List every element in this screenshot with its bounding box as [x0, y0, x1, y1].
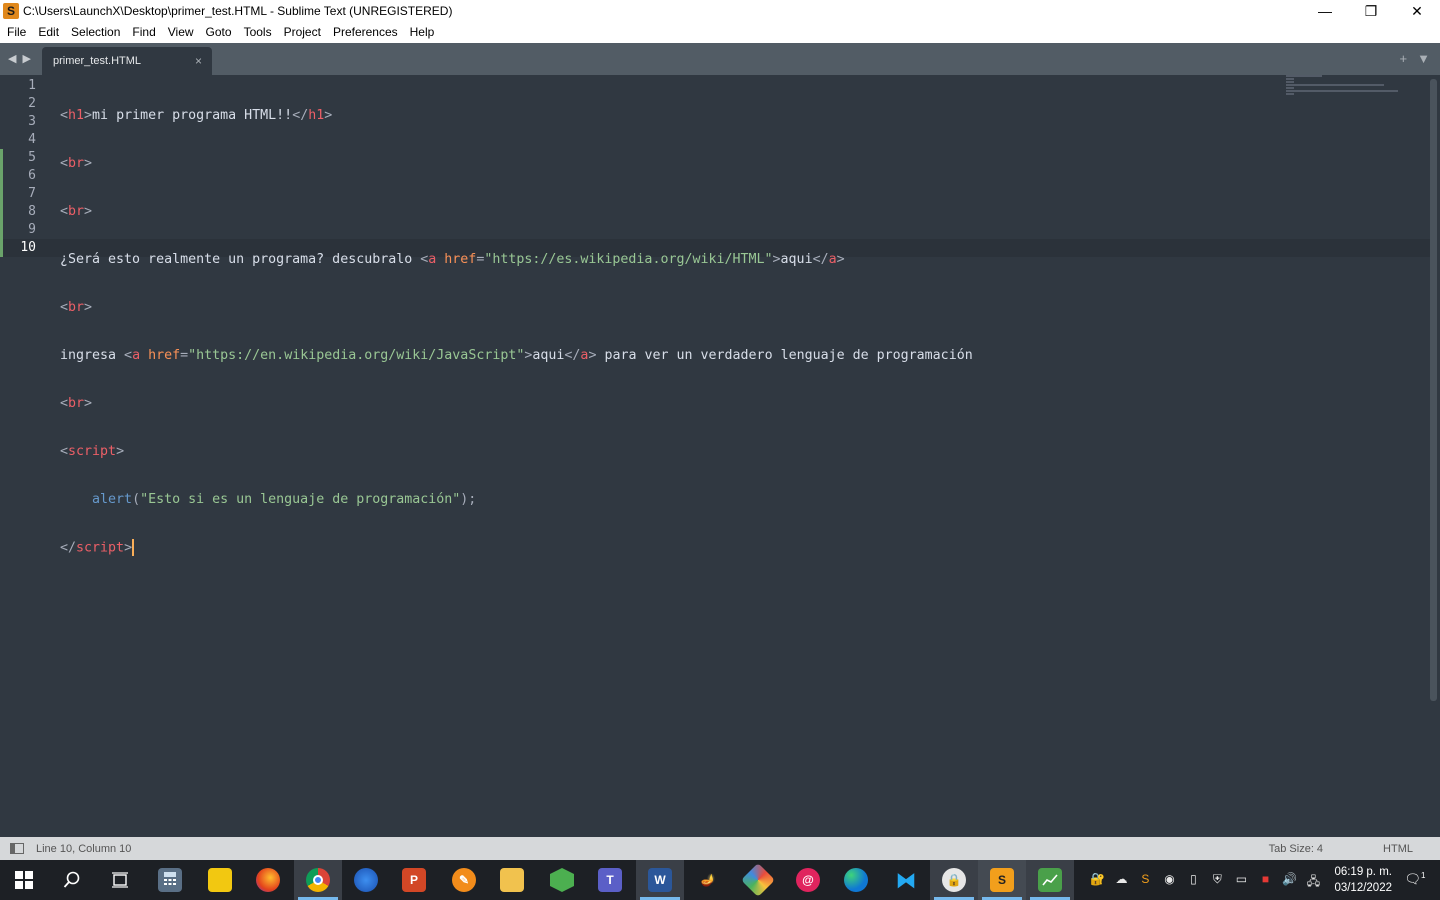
- vpn-tray-icon[interactable]: 🔐: [1088, 872, 1106, 888]
- code-line-2: <br>: [60, 156, 93, 171]
- code-line-10: </script>: [60, 539, 135, 556]
- edge-icon[interactable]: [844, 868, 868, 892]
- tab-primer-test[interactable]: primer_test.HTML ×: [42, 47, 212, 75]
- menu-tools[interactable]: Tools: [238, 22, 278, 43]
- clock[interactable]: 06:19 p. m. 03/12/2022: [1334, 864, 1392, 896]
- usb-icon[interactable]: ▯: [1184, 872, 1202, 888]
- sticky-notes-icon[interactable]: [208, 868, 232, 892]
- menu-help[interactable]: Help: [404, 22, 441, 43]
- sublime-tray-icon[interactable]: S: [1136, 872, 1154, 888]
- status-bar: Line 10, Column 10 Tab Size: 4 HTML: [0, 837, 1440, 860]
- sublime-text-icon[interactable]: S: [990, 868, 1014, 892]
- menu-view[interactable]: View: [162, 22, 200, 43]
- close-button[interactable]: ✕: [1394, 0, 1440, 22]
- line-number: 2: [28, 96, 36, 111]
- line-number: 9: [28, 222, 36, 237]
- firefox-developer-icon[interactable]: [354, 868, 378, 892]
- windows-start-icon[interactable]: [12, 868, 36, 892]
- tab-close-icon[interactable]: ×: [195, 54, 202, 68]
- menu-file[interactable]: File: [0, 22, 32, 43]
- line-number: 8: [28, 204, 36, 219]
- text-cursor: [132, 539, 135, 556]
- menu-bar: File Edit Selection Find View Goto Tools…: [0, 22, 1440, 43]
- new-tab-icon[interactable]: +: [1400, 51, 1408, 66]
- tab-bar: ◀ ▶ primer_test.HTML × + ▼: [0, 43, 1440, 75]
- line-number-current: 10: [20, 240, 36, 255]
- git-kraken-icon[interactable]: [741, 863, 775, 897]
- system-tray: 🔐 ☁ S ◉ ▯ ⛨ ▭ ■ 🔊 🖧 06:19 p. m. 03/12/20…: [1088, 860, 1440, 900]
- tab-label: primer_test.HTML: [53, 55, 142, 67]
- vscode-icon[interactable]: ⧓: [894, 868, 918, 892]
- red-app-icon[interactable]: ■: [1256, 872, 1274, 888]
- code-line-4: ¿Será esto realmente un programa? descub…: [60, 252, 845, 267]
- code-line-9: alert("Esto si es un lenguaje de program…: [92, 492, 477, 507]
- sublime-app-icon: S: [3, 3, 19, 19]
- calculator-icon[interactable]: [158, 868, 182, 892]
- panel-toggle-icon[interactable]: [10, 843, 24, 854]
- menu-edit[interactable]: Edit: [32, 22, 65, 43]
- code-line-8: <script>: [60, 444, 125, 459]
- vertical-scrollbar[interactable]: [1430, 79, 1437, 701]
- minimize-button[interactable]: —: [1302, 0, 1348, 22]
- tab-size-indicator[interactable]: Tab Size: 4: [1269, 843, 1323, 855]
- menu-project[interactable]: Project: [278, 22, 327, 43]
- notification-count: 1: [1421, 871, 1426, 880]
- line-number: 4: [28, 132, 36, 147]
- title-bar: S C:\Users\LaunchX\Desktop\primer_test.H…: [0, 0, 1440, 22]
- menu-selection[interactable]: Selection: [65, 22, 126, 43]
- debian-icon[interactable]: @: [796, 868, 820, 892]
- line-number: 3: [28, 114, 36, 129]
- window-title: C:\Users\LaunchX\Desktop\primer_test.HTM…: [23, 4, 453, 18]
- code-line-6: ingresa <a href="https://en.wikipedia.or…: [60, 348, 973, 363]
- line-number: 6: [28, 168, 36, 183]
- menu-find[interactable]: Find: [126, 22, 161, 43]
- network-icon[interactable]: 🖧: [1304, 872, 1322, 888]
- menu-goto[interactable]: Goto: [200, 22, 238, 43]
- cloud-error-icon[interactable]: ☁: [1112, 872, 1130, 888]
- notification-center-icon[interactable]: 🗨1: [1404, 871, 1426, 889]
- forward-arrow-icon[interactable]: ▶: [22, 52, 30, 65]
- pencil-app-icon[interactable]: ✎: [452, 868, 476, 892]
- line-number: 5: [28, 150, 36, 165]
- search-icon[interactable]: [60, 868, 84, 892]
- line-number-gutter: 1 2 3 4 5 6 7 8 9 10: [0, 75, 48, 837]
- code-area[interactable]: <h1>mi primer programa HTML!!</h1> <br> …: [60, 77, 973, 587]
- volume-icon[interactable]: 🔊: [1280, 872, 1298, 888]
- back-arrow-icon[interactable]: ◀: [8, 52, 16, 65]
- vpn-lock-icon[interactable]: 🔒: [942, 868, 966, 892]
- teams-icon[interactable]: T: [598, 868, 622, 892]
- syntax-indicator[interactable]: HTML: [1383, 843, 1413, 855]
- restore-button[interactable]: ❐: [1348, 0, 1394, 22]
- editor-pane[interactable]: 1 2 3 4 5 6 7 8 9 10 <h1>mi primer progr…: [0, 75, 1440, 837]
- genie-lamp-icon[interactable]: 🪔: [696, 868, 720, 892]
- file-explorer-icon[interactable]: [500, 868, 524, 892]
- webcam-icon[interactable]: ◉: [1160, 872, 1178, 888]
- clock-date: 03/12/2022: [1334, 882, 1392, 894]
- nodejs-icon[interactable]: [550, 868, 574, 892]
- minimap[interactable]: [1286, 75, 1406, 99]
- line-number: 7: [28, 186, 36, 201]
- chart-app-icon[interactable]: [1038, 868, 1062, 892]
- word-icon[interactable]: W: [648, 868, 672, 892]
- display-icon[interactable]: ▭: [1232, 872, 1250, 888]
- line-number: 1: [28, 78, 36, 93]
- code-line-7: <br>: [60, 396, 93, 411]
- cursor-position: Line 10, Column 10: [36, 842, 132, 855]
- code-line-3: <br>: [60, 204, 93, 219]
- code-line-5: <br>: [60, 300, 93, 315]
- code-line-1: <h1>mi primer programa HTML!!</h1>: [60, 108, 333, 123]
- clock-time: 06:19 p. m.: [1334, 866, 1392, 878]
- menu-preferences[interactable]: Preferences: [327, 22, 404, 43]
- tab-list-icon[interactable]: ▼: [1417, 51, 1430, 66]
- firefox-icon[interactable]: [256, 868, 280, 892]
- powerpoint-icon[interactable]: P: [402, 868, 426, 892]
- windows-taskbar: P ✎ T W 🪔 @ ⧓ 🔒 S 🔐 ☁ S ◉ ▯ ⛨ ▭ ■ 🔊 🖧 06…: [0, 860, 1440, 900]
- chrome-icon[interactable]: [306, 868, 330, 892]
- task-view-icon[interactable]: [108, 868, 132, 892]
- security-shield-icon[interactable]: ⛨: [1208, 872, 1226, 888]
